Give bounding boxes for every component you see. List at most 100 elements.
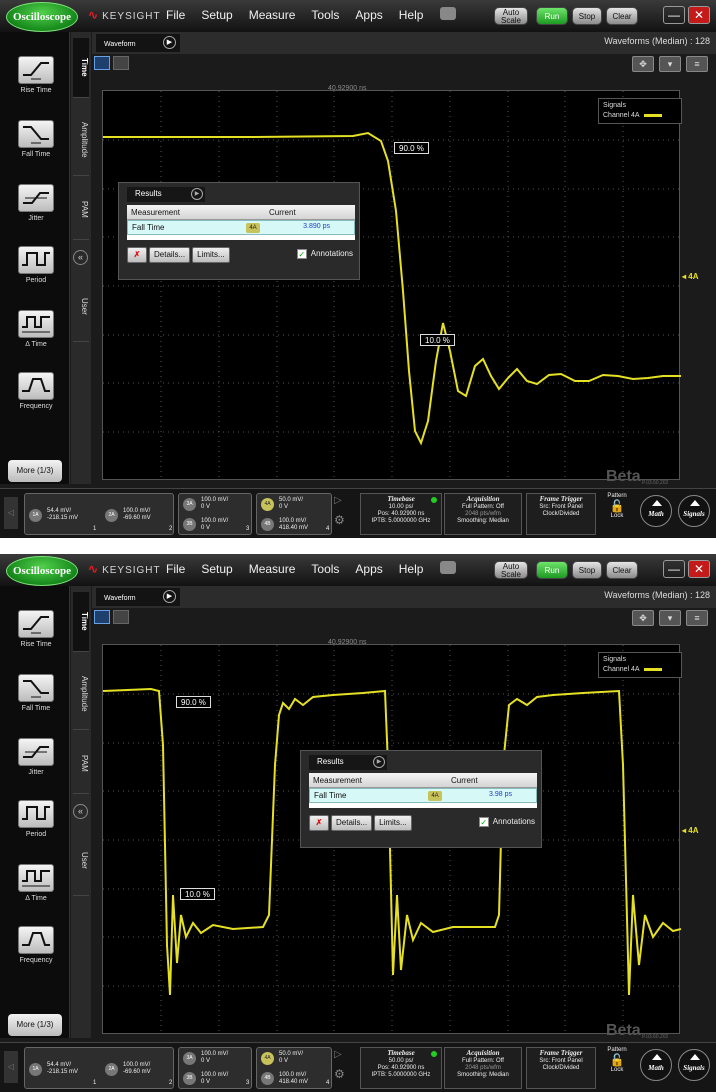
play-icon[interactable]: ▶ <box>163 590 176 603</box>
tab-amplitude[interactable]: Amplitude <box>73 658 89 730</box>
single-view-icon[interactable] <box>94 610 110 624</box>
signals-legend[interactable]: Signals Channel 4A <box>598 98 682 124</box>
menu-tools[interactable]: Tools <box>311 8 339 22</box>
menu-file[interactable]: File <box>166 8 185 22</box>
signals-legend[interactable]: Signals Channel 4A <box>598 652 682 678</box>
annotations-checkbox[interactable]: ✓ Annotations <box>478 817 535 827</box>
channel-4[interactable]: 4A 50.0 mV/0 V 4B 100.0 mV/418.40 mV 4 <box>256 1047 332 1089</box>
camera-icon[interactable] <box>440 7 456 20</box>
channel-1a-2a[interactable]: 1A 54.4 mV/-218.15 mV 2A 100.0 mV/-69.60… <box>24 493 174 535</box>
move-icon[interactable]: ✥ <box>632 56 654 72</box>
run-button[interactable]: Run <box>536 561 568 579</box>
auto-scale-button[interactable]: Auto Scale <box>494 561 528 579</box>
run-button[interactable]: Run <box>536 7 568 25</box>
auto-scale-button[interactable]: Auto Scale <box>494 7 528 25</box>
stop-button[interactable]: Stop <box>572 7 602 25</box>
channel-4a-marker[interactable]: ◂ 4A <box>682 826 698 835</box>
waveform-graticule[interactable] <box>102 90 681 481</box>
left-arrow-icon[interactable]: ◁ <box>4 497 18 529</box>
multi-view-icon[interactable] <box>113 56 129 70</box>
jitter-item[interactable]: Jitter <box>10 738 62 776</box>
jitter-item[interactable]: Jitter <box>10 184 62 222</box>
limits-button[interactable]: Limits... <box>192 247 230 263</box>
period-item[interactable]: Period <box>10 800 62 838</box>
stop-button[interactable]: Stop <box>572 561 602 579</box>
gear-icon[interactable]: ⚙ <box>334 1067 345 1081</box>
collapse-icon[interactable]: « <box>73 250 88 265</box>
single-view-icon[interactable] <box>94 56 110 70</box>
menu-apps[interactable]: Apps <box>355 562 382 576</box>
tab-time[interactable]: Time <box>73 592 89 652</box>
delta-time-item[interactable]: Δ Time <box>10 310 62 348</box>
collapse-icon[interactable]: « <box>73 804 88 819</box>
delete-measurement-button[interactable]: ✗ <box>309 815 329 831</box>
tab-user[interactable]: User <box>73 826 89 896</box>
menu-measure[interactable]: Measure <box>249 8 296 22</box>
play-icon[interactable]: ▶ <box>191 188 203 200</box>
play-icon[interactable]: ▶ <box>163 36 176 49</box>
more-button[interactable]: More (1/3) <box>8 460 62 482</box>
close-button[interactable]: ✕ <box>688 560 710 578</box>
table-row[interactable]: Fall Time 4A 3.98 ps <box>309 788 537 803</box>
menu-help[interactable]: Help <box>399 8 424 22</box>
menu-help[interactable]: Help <box>399 562 424 576</box>
menu-setup[interactable]: Setup <box>201 8 232 22</box>
table-row[interactable]: Fall Time 4A 3.890 ps <box>127 220 355 235</box>
results-panel[interactable]: Results ▶ Measurement Current Fall Time 4A 3… <box>300 750 542 848</box>
oscilloscope-button[interactable]: Oscilloscope <box>6 556 78 586</box>
limits-button[interactable]: Limits... <box>374 815 412 831</box>
minimize-button[interactable]: — <box>663 560 685 578</box>
channel-4[interactable]: 4A 50.0 mV/0 V 4B 100.0 mV/418.40 mV 4 <box>256 493 332 535</box>
menu-measure[interactable]: Measure <box>249 562 296 576</box>
tab-time[interactable]: Time <box>73 38 89 98</box>
oscilloscope-button[interactable]: Oscilloscope <box>6 2 78 32</box>
left-arrow-icon[interactable]: ◁ <box>4 1051 18 1083</box>
multi-view-icon[interactable] <box>113 610 129 624</box>
menu-tools[interactable]: Tools <box>311 562 339 576</box>
move-icon[interactable]: ✥ <box>632 610 654 626</box>
frame-trigger-box[interactable]: Frame Trigger Src: Front Panel Clock/Div… <box>526 1047 596 1089</box>
channel-1a-2a[interactable]: 1A 54.4 mV/-218.15 mV 2A 100.0 mV/-69.60… <box>24 1047 174 1089</box>
more-button[interactable]: More (1/3) <box>8 1014 62 1036</box>
clear-button[interactable]: Clear <box>606 561 638 579</box>
tab-amplitude[interactable]: Amplitude <box>73 104 89 176</box>
menu-icon[interactable]: ≡ <box>686 610 708 626</box>
camera-icon[interactable] <box>440 561 456 574</box>
minimize-button[interactable]: — <box>663 6 685 24</box>
timebase-box[interactable]: Timebase 50.00 ps/ Pos: 40.92900 ns IPTB… <box>360 1047 442 1089</box>
frequency-item[interactable]: Frequency <box>10 372 62 410</box>
delete-measurement-button[interactable]: ✗ <box>127 247 147 263</box>
play-icon[interactable]: ▷ <box>334 495 342 506</box>
channel-3[interactable]: 3A 100.0 mV/0 V 3B 100.0 mV/0 V 3 <box>178 493 252 535</box>
results-panel[interactable]: Results ▶ Measurement Current Fall Time 4A 3… <box>118 182 360 280</box>
annotations-checkbox[interactable]: ✓ Annotations <box>296 249 353 259</box>
channel-3[interactable]: 3A 100.0 mV/0 V 3B 100.0 mV/0 V 3 <box>178 1047 252 1089</box>
tab-user[interactable]: User <box>73 272 89 342</box>
details-button[interactable]: Details... <box>331 815 373 831</box>
tab-pam[interactable]: PAM <box>73 734 89 794</box>
pattern-lock[interactable]: Pattern 🔓 Lock <box>600 1047 634 1089</box>
frequency-item[interactable]: Frequency <box>10 926 62 964</box>
frame-trigger-box[interactable]: Frame Trigger Src: Front Panel Clock/Div… <box>526 493 596 535</box>
close-button[interactable]: ✕ <box>688 6 710 24</box>
play-icon[interactable]: ▷ <box>334 1049 342 1060</box>
fall-time-item[interactable]: Fall Time <box>10 120 62 158</box>
pattern-lock[interactable]: Pattern 🔓 Lock <box>600 493 634 535</box>
gear-icon[interactable]: ⚙ <box>334 513 345 527</box>
tab-pam[interactable]: PAM <box>73 180 89 240</box>
menu-apps[interactable]: Apps <box>355 8 382 22</box>
signals-button[interactable]: Signals <box>678 1049 710 1081</box>
acquisition-box[interactable]: Acquisition Full Pattern: Off 2048 pts/w… <box>444 493 522 535</box>
details-button[interactable]: Details... <box>149 247 191 263</box>
acquisition-box[interactable]: Acquisition Full Pattern: Off 2048 pts/w… <box>444 1047 522 1089</box>
tab-waveform[interactable]: Waveform ▶ <box>96 588 180 606</box>
signals-button[interactable]: Signals <box>678 495 710 527</box>
chevron-down-icon[interactable]: ▾ <box>659 610 681 626</box>
chevron-down-icon[interactable]: ▾ <box>659 56 681 72</box>
math-button[interactable]: Math <box>640 495 672 527</box>
period-item[interactable]: Period <box>10 246 62 284</box>
fall-time-item[interactable]: Fall Time <box>10 674 62 712</box>
menu-file[interactable]: File <box>166 562 185 576</box>
math-button[interactable]: Math <box>640 1049 672 1081</box>
clear-button[interactable]: Clear <box>606 7 638 25</box>
